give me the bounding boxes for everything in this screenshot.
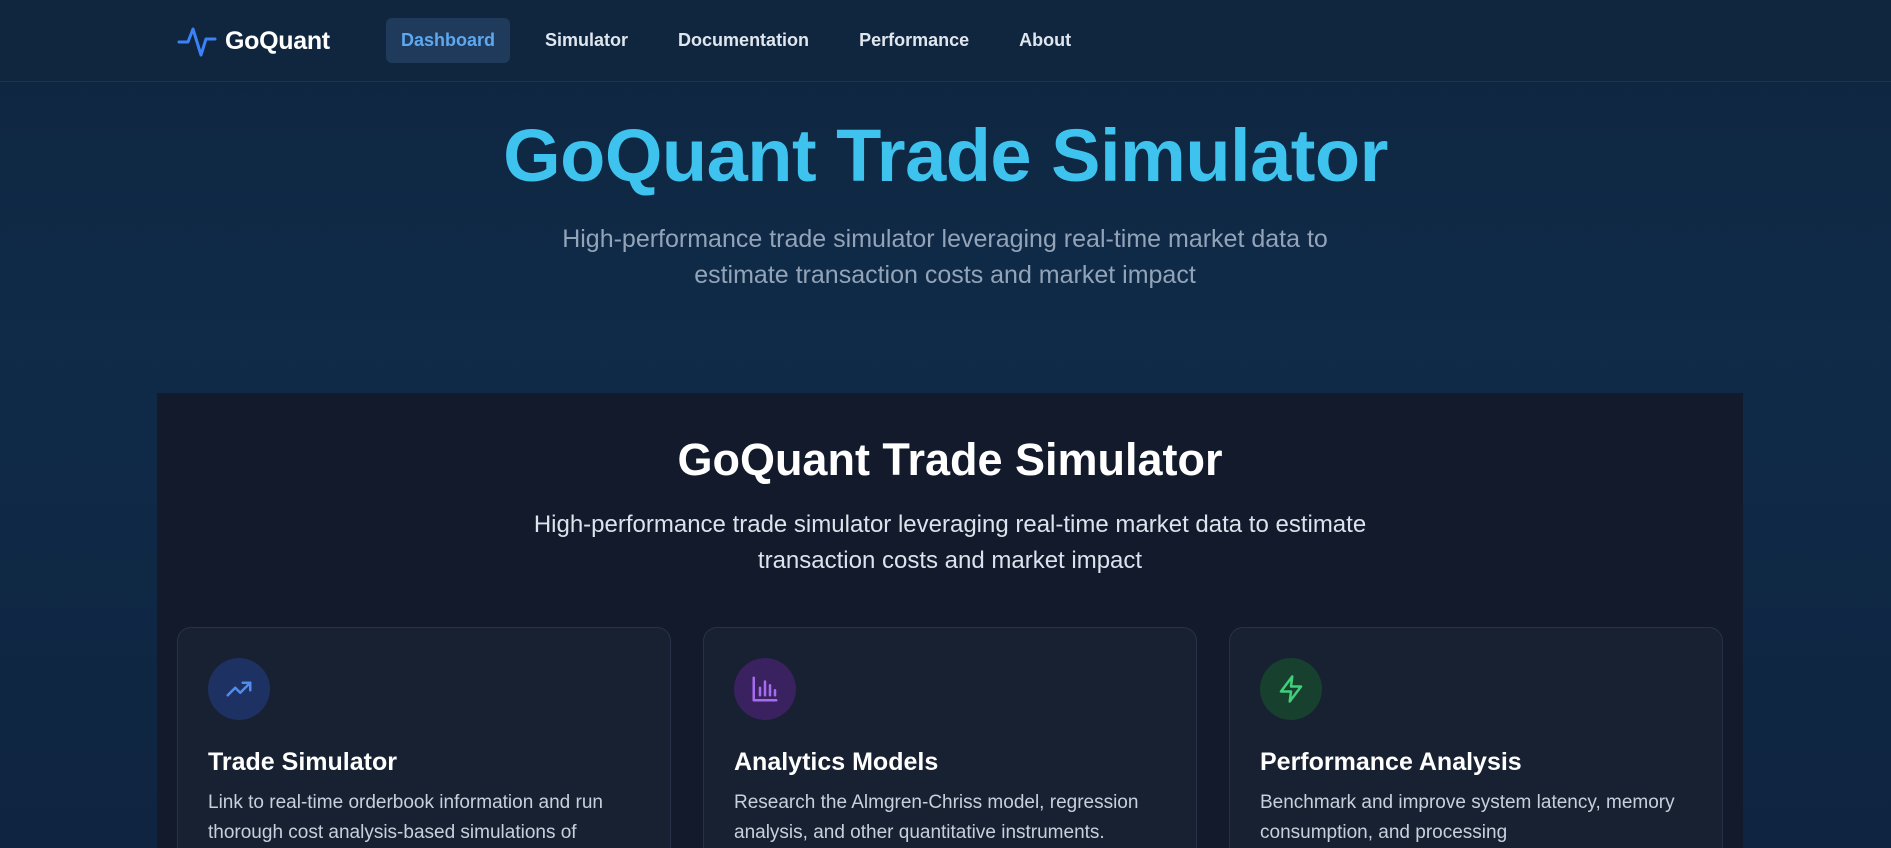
card-description: Research the Almgren-Chriss model, regre… — [734, 792, 1139, 843]
nav-link-documentation[interactable]: Documentation — [663, 18, 824, 63]
panel-title: GoQuant Trade Simulator — [677, 434, 1223, 485]
hero-subtitle: High-performance trade simulator leverag… — [562, 225, 1328, 289]
card-title: Analytics Models — [734, 748, 939, 776]
hero-title: GoQuant Trade Simulator — [503, 114, 1388, 197]
zap-icon — [1260, 658, 1322, 720]
top-navbar: GoQuant Dashboard Simulator Documentatio… — [0, 0, 1891, 82]
card-analytics-models[interactable]: Analytics Models Research the Almgren-Ch… — [703, 627, 1197, 848]
panel-subtitle: High-performance trade simulator leverag… — [533, 511, 1367, 574]
nav-links: Dashboard Simulator Documentation Perfor… — [386, 18, 1106, 63]
nav-link-simulator[interactable]: Simulator — [530, 18, 643, 63]
brand-logo[interactable]: GoQuant — [177, 22, 330, 60]
card-title: Performance Analysis — [1260, 748, 1522, 776]
card-description: Link to real-time orderbook information … — [208, 792, 603, 843]
card-title: Trade Simulator — [208, 748, 397, 776]
card-performance-analysis[interactable]: Performance Analysis Benchmark and impro… — [1229, 627, 1723, 848]
card-trade-simulator[interactable]: Trade Simulator Link to real-time orderb… — [177, 627, 671, 848]
features-panel: GoQuant Trade Simulator High-performance… — [157, 393, 1743, 848]
activity-pulse-icon — [177, 27, 217, 57]
nav-link-dashboard[interactable]: Dashboard — [386, 18, 511, 63]
trending-up-icon — [208, 658, 270, 720]
brand-name: GoQuant — [225, 26, 330, 55]
nav-link-performance[interactable]: Performance — [844, 18, 984, 63]
card-description: Benchmark and improve system latency, me… — [1260, 792, 1675, 843]
nav-link-about[interactable]: About — [1004, 18, 1086, 63]
bar-chart-icon — [734, 658, 796, 720]
